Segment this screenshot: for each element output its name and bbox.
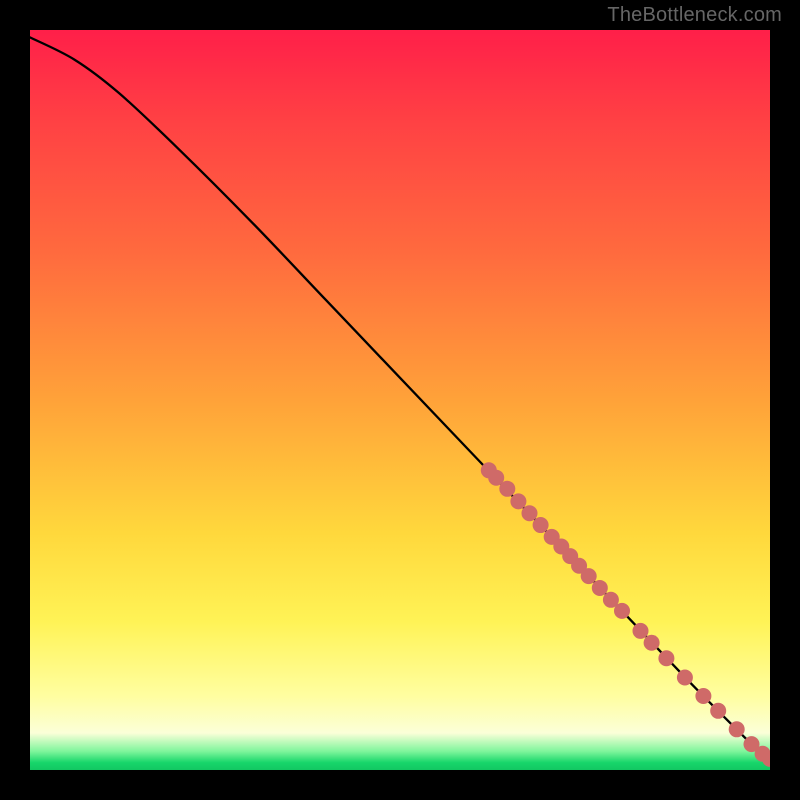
data-point: [592, 580, 608, 596]
data-point: [522, 505, 538, 521]
data-point: [614, 603, 630, 619]
data-point: [677, 670, 693, 686]
data-point: [695, 688, 711, 704]
data-point: [581, 568, 597, 584]
data-point: [499, 481, 515, 497]
bottleneck-curve: [30, 37, 770, 762]
data-point: [658, 650, 674, 666]
watermark-text: TheBottleneck.com: [607, 4, 782, 27]
data-point: [533, 517, 549, 533]
data-point: [729, 721, 745, 737]
data-point: [710, 703, 726, 719]
data-point: [633, 623, 649, 639]
data-point: [644, 635, 660, 651]
chart-stage: TheBottleneck.com: [0, 0, 800, 800]
data-points-group: [481, 462, 770, 767]
chart-svg: [30, 30, 770, 770]
plot-area: [30, 30, 770, 770]
data-point: [510, 493, 526, 509]
